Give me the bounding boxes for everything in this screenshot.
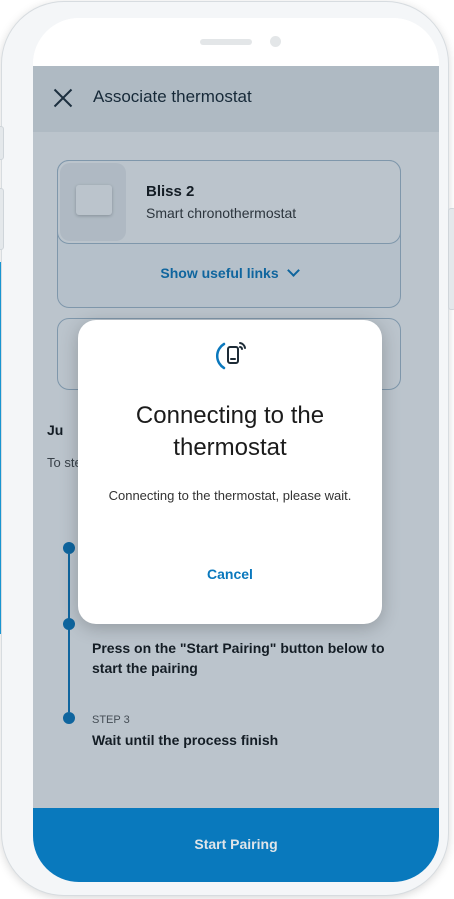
phone-power-button bbox=[448, 208, 454, 310]
dialog-title: Connecting to the thermostat bbox=[135, 402, 325, 461]
dialog-message: Connecting to the thermostat, please wai… bbox=[108, 488, 352, 503]
connecting-dialog: Connecting to the thermostat Connecting … bbox=[78, 320, 382, 624]
front-camera bbox=[270, 36, 281, 47]
phone-screen: Associate thermostat Bliss 2 Smart chron… bbox=[33, 18, 439, 882]
cancel-button[interactable]: Cancel bbox=[78, 566, 382, 582]
phone-signal-icon bbox=[215, 342, 246, 370]
start-pairing-button[interactable]: Start Pairing bbox=[33, 808, 439, 882]
status-bar bbox=[33, 18, 439, 66]
phone-side-button bbox=[0, 126, 4, 160]
speaker-grille bbox=[200, 39, 252, 45]
phone-volume-button bbox=[0, 188, 4, 250]
